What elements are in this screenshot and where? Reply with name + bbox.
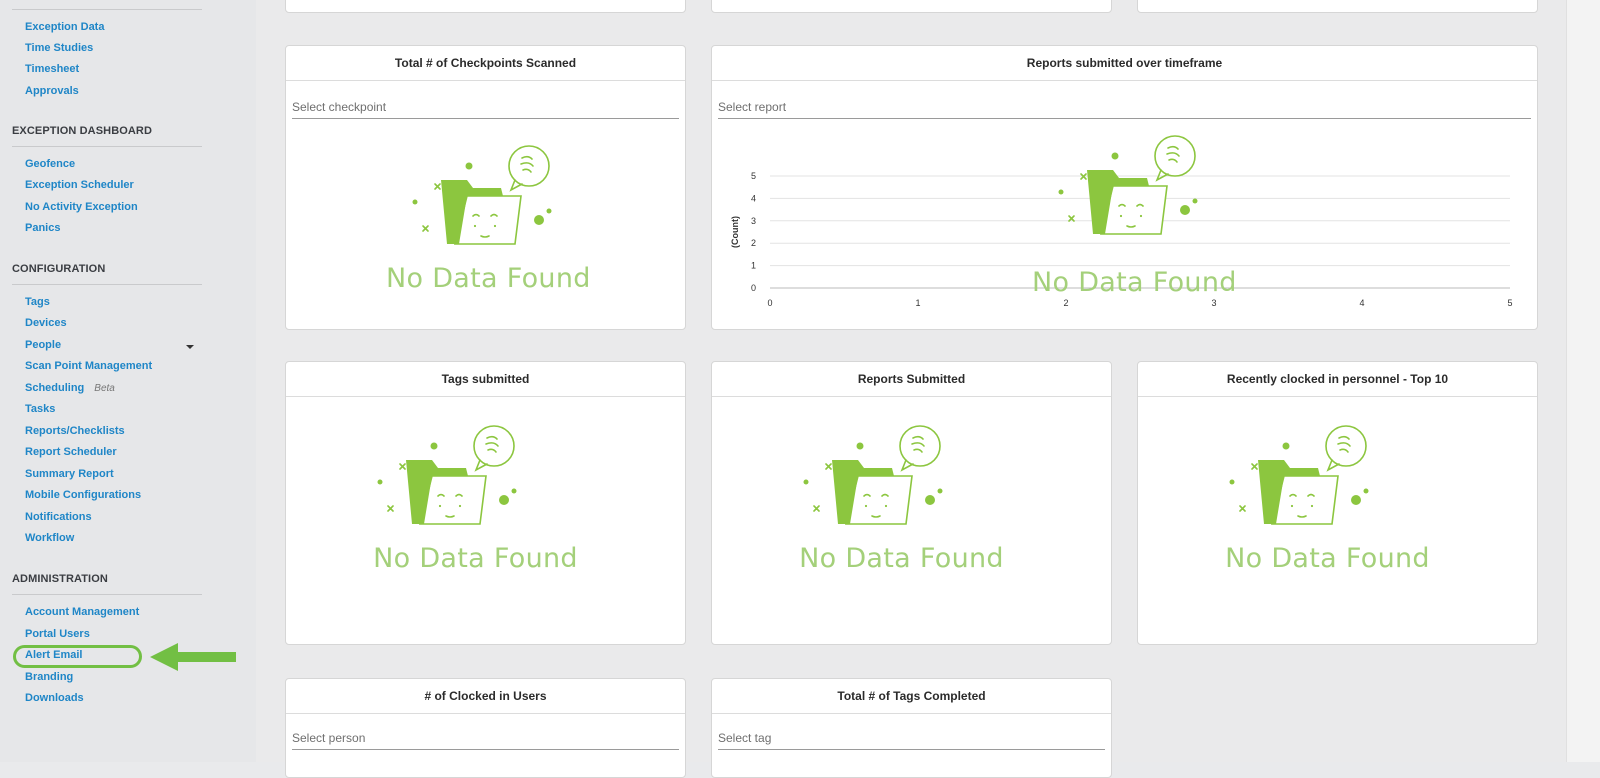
sidebar-item-workflow[interactable]: Workflow <box>25 532 74 544</box>
card-title: Tags submitted <box>286 362 685 397</box>
arrow-left-icon <box>150 643 236 671</box>
section-heading-configuration: CONFIGURATION <box>12 263 106 275</box>
chevron-down-icon[interactable] <box>186 345 194 349</box>
card-title: # of Clocked in Users <box>286 679 685 714</box>
card-reports-submitted: Reports Submitted No Data Found <box>711 361 1112 645</box>
beta-badge: Beta <box>94 383 115 394</box>
y-tick-label: 2 <box>751 238 756 248</box>
y-axis-label: (Count) <box>730 216 740 248</box>
card-clocked-in-users: # of Clocked in Users Select person <box>285 678 686 778</box>
sidebar-item-approvals[interactable]: Approvals <box>25 85 79 97</box>
sidebar-item-summary-report[interactable]: Summary Report <box>25 468 114 480</box>
empty-folder-icon <box>803 425 943 525</box>
empty-folder-icon <box>377 425 517 525</box>
empty-state: No Data Found <box>1138 424 1537 574</box>
section-heading-administration: ADMINISTRATION <box>12 573 108 585</box>
person-select[interactable]: Select person <box>292 727 679 750</box>
empty-state: No Data Found <box>1032 134 1236 298</box>
sidebar-item-no-activity-exception[interactable]: No Activity Exception <box>25 201 138 213</box>
sidebar-item-exception-data[interactable]: Exception Data <box>25 21 104 33</box>
card-title: Reports Submitted <box>712 362 1111 397</box>
x-tick-label: 1 <box>915 298 920 308</box>
card-partial <box>285 0 686 13</box>
x-tick-label: 5 <box>1507 298 1512 308</box>
sidebar-item-tags[interactable]: Tags <box>25 296 50 308</box>
no-data-label: No Data Found <box>386 263 591 294</box>
no-data-label: No Data Found <box>1032 267 1237 298</box>
sidebar-item-scheduling[interactable]: Scheduling Beta <box>25 382 115 394</box>
y-tick-label: 4 <box>751 193 756 203</box>
x-tick-label: 3 <box>1211 298 1216 308</box>
sidebar-item-report-scheduler[interactable]: Report Scheduler <box>25 446 117 458</box>
card-title: Total # of Checkpoints Scanned <box>286 46 685 81</box>
no-data-label: No Data Found <box>1225 543 1430 574</box>
empty-folder-icon <box>1058 135 1198 235</box>
y-tick-label: 0 <box>751 283 756 293</box>
card-checkpoints-scanned: Total # of Checkpoints Scanned Select ch… <box>285 45 686 330</box>
highlight-oval <box>13 645 142 668</box>
sidebar-item-downloads[interactable]: Downloads <box>25 692 84 704</box>
sidebar-item-timesheet[interactable]: Timesheet <box>25 63 79 75</box>
sidebar-divider <box>12 9 202 10</box>
sidebar-item-geofence[interactable]: Geofence <box>25 158 75 170</box>
sidebar-item-devices[interactable]: Devices <box>25 317 67 329</box>
sidebar-item-people[interactable]: People <box>25 339 61 351</box>
x-tick-label: 0 <box>767 298 772 308</box>
report-select[interactable]: Select report <box>718 96 1531 119</box>
sidebar-item-mobile-configurations[interactable]: Mobile Configurations <box>25 489 141 501</box>
x-tick-label: 2 <box>1063 298 1068 308</box>
y-tick-label: 3 <box>751 216 756 226</box>
card-tags-submitted: Tags submitted No Data Found <box>285 361 686 645</box>
card-partial <box>711 0 1112 13</box>
sidebar-item-portal-users[interactable]: Portal Users <box>25 628 90 640</box>
sidebar-item-notifications[interactable]: Notifications <box>25 511 92 523</box>
no-data-label: No Data Found <box>373 543 578 574</box>
y-tick-label: 5 <box>751 171 756 181</box>
sidebar-divider <box>12 594 202 595</box>
card-title: Recently clocked in personnel - Top 10 <box>1138 362 1537 397</box>
y-tick-label: 1 <box>751 261 756 271</box>
sidebar-item-label: Scheduling <box>25 382 85 394</box>
tag-select[interactable]: Select tag <box>718 727 1105 750</box>
empty-state: No Data Found <box>712 424 1111 574</box>
x-tick-label: 4 <box>1359 298 1364 308</box>
sidebar-item-branding[interactable]: Branding <box>25 671 73 683</box>
sidebar-divider <box>12 146 202 147</box>
sidebar-item-panics[interactable]: Panics <box>25 222 60 234</box>
no-data-label: No Data Found <box>799 543 1004 574</box>
card-title: Reports submitted over timeframe <box>712 46 1537 81</box>
checkpoint-select[interactable]: Select checkpoint <box>292 96 679 119</box>
card-title: Total # of Tags Completed <box>712 679 1111 714</box>
sidebar-item-exception-scheduler[interactable]: Exception Scheduler <box>25 179 134 191</box>
card-recent-personnel: Recently clocked in personnel - Top 10 N… <box>1137 361 1538 645</box>
sidebar-item-time-studies[interactable]: Time Studies <box>25 42 93 54</box>
empty-folder-icon <box>412 145 551 245</box>
sidebar-item-account-management[interactable]: Account Management <box>25 606 139 618</box>
sidebar-item-reports-checklists[interactable]: Reports/Checklists <box>25 425 125 437</box>
section-heading-exception-dashboard: EXCEPTION DASHBOARD <box>12 125 153 137</box>
card-reports-timeframe: Reports submitted over timeframe Select … <box>711 45 1538 330</box>
card-partial <box>1137 0 1538 13</box>
card-tags-completed: Total # of Tags Completed Select tag <box>711 678 1112 778</box>
scrollbar[interactable] <box>1566 0 1600 762</box>
sidebar-item-tasks[interactable]: Tasks <box>25 403 55 415</box>
sidebar-divider <box>12 284 202 285</box>
empty-folder-icon <box>1229 425 1369 525</box>
empty-state: No Data Found <box>286 424 685 574</box>
empty-state: No Data Found <box>286 144 685 294</box>
sidebar-item-scan-point-management[interactable]: Scan Point Management <box>25 360 152 372</box>
sidebar: Exception Data Time Studies Timesheet Ap… <box>0 0 257 762</box>
